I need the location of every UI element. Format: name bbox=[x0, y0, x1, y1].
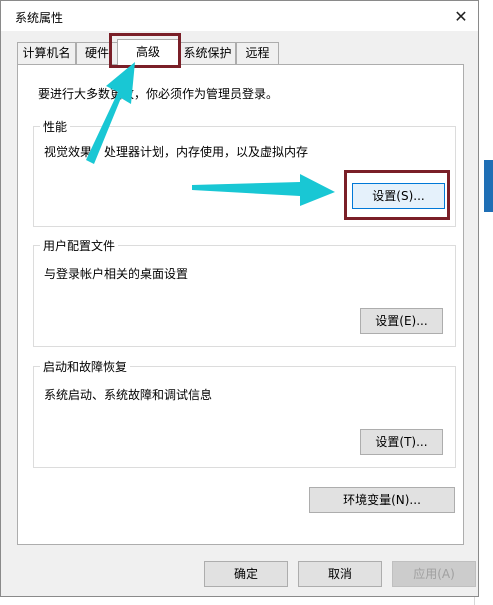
advanced-tab-panel: 要进行大多数更改，你必须作为管理员登录。 性能 视觉效果，处理器计划，内存使用，… bbox=[17, 64, 464, 545]
performance-group: 性能 视觉效果，处理器计划，内存使用，以及虚拟内存 设置(S)... bbox=[33, 118, 456, 227]
tab-advanced[interactable]: 高级 bbox=[117, 39, 179, 66]
startup-recovery-group: 启动和故障恢复 系统启动、系统故障和调试信息 设置(T)... bbox=[33, 358, 456, 468]
tab-system-protection[interactable]: 系统保护 bbox=[179, 42, 236, 64]
apply-button[interactable]: 应用(A) bbox=[392, 561, 476, 587]
tab-remote[interactable]: 远程 bbox=[236, 42, 279, 64]
performance-title: 性能 bbox=[40, 118, 71, 135]
cancel-button[interactable]: 取消 bbox=[298, 561, 382, 587]
close-icon[interactable]: ✕ bbox=[450, 5, 472, 27]
tab-hardware[interactable]: 硬件 bbox=[76, 42, 118, 64]
user-profiles-description: 与登录帐户相关的桌面设置 bbox=[44, 267, 189, 281]
title-bar: 系统属性 ✕ bbox=[1, 1, 478, 31]
admin-notice: 要进行大多数更改，你必须作为管理员登录。 bbox=[38, 87, 279, 101]
user-profiles-settings-button[interactable]: 设置(E)... bbox=[360, 308, 443, 334]
background-accent bbox=[484, 160, 493, 212]
tab-computer-name[interactable]: 计算机名 bbox=[17, 42, 76, 64]
window-title: 系统属性 bbox=[15, 11, 64, 25]
performance-settings-button[interactable]: 设置(S)... bbox=[352, 183, 445, 209]
startup-recovery-title: 启动和故障恢复 bbox=[40, 358, 131, 375]
startup-recovery-settings-button[interactable]: 设置(T)... bbox=[360, 429, 443, 455]
startup-recovery-description: 系统启动、系统故障和调试信息 bbox=[44, 388, 213, 402]
ok-button[interactable]: 确定 bbox=[204, 561, 288, 587]
performance-description: 视觉效果，处理器计划，内存使用，以及虚拟内存 bbox=[44, 145, 309, 159]
user-profiles-title: 用户配置文件 bbox=[40, 237, 119, 254]
system-properties-dialog: 系统属性 ✕ 计算机名 硬件 高级 系统保护 远程 要进行大多数更改，你必须作为… bbox=[0, 0, 479, 597]
user-profiles-group: 用户配置文件 与登录帐户相关的桌面设置 设置(E)... bbox=[33, 237, 456, 347]
environment-variables-button[interactable]: 环境变量(N)... bbox=[309, 487, 455, 513]
